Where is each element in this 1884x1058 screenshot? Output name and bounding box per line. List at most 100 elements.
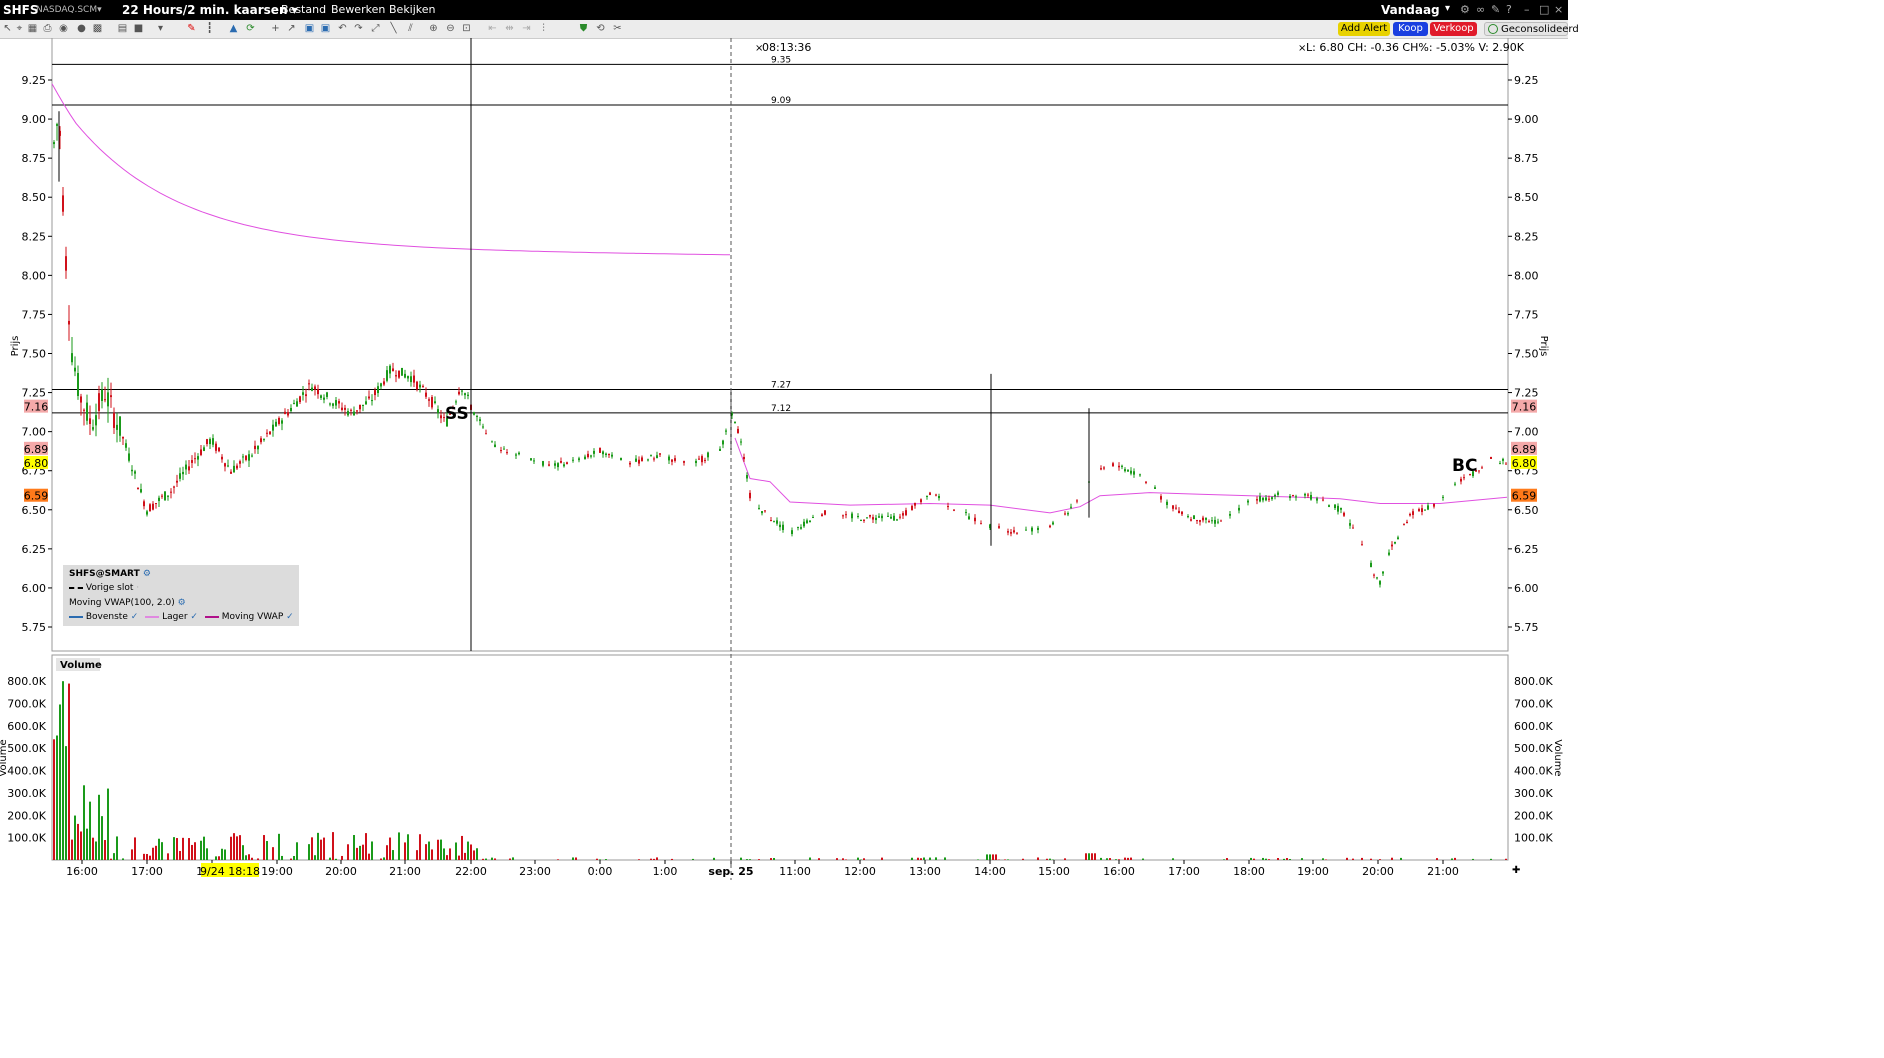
sync-icon[interactable]: ⟲ [595, 23, 606, 34]
scroll-left-icon[interactable]: ⇤ [487, 23, 498, 34]
prev-close-info-icon[interactable]: · [136, 583, 139, 593]
vwap-check-icon[interactable]: ✓ [286, 612, 294, 622]
undo-icon[interactable]: ↶ [337, 23, 348, 34]
pencil-icon[interactable]: ✎ [186, 23, 197, 34]
candle-body [734, 421, 736, 424]
crosshair-icon[interactable]: ⌖ [14, 23, 25, 34]
symbol-label[interactable]: SHFS [3, 3, 39, 17]
close-icon[interactable]: × [1554, 3, 1563, 16]
candle-body [158, 497, 160, 501]
candle-body [953, 509, 955, 511]
period-dropdown-arrow[interactable]: ▾ [1445, 3, 1450, 14]
candle-body [860, 520, 862, 522]
volume-bar [176, 838, 178, 860]
candle-body [746, 475, 748, 479]
candle-body [761, 511, 763, 514]
mountain-chart-icon[interactable]: ▲ [228, 23, 239, 34]
candle-body [1010, 532, 1012, 534]
grid-icon[interactable]: ▩ [92, 23, 103, 34]
print-icon[interactable]: ⎙ [42, 23, 53, 34]
candle-body [419, 384, 421, 388]
menu-bestand[interactable]: Bestand [281, 3, 326, 16]
shield-icon[interactable]: ⛊ [578, 23, 589, 34]
candle-body [212, 438, 214, 445]
scroll-mid-icon[interactable]: ⇹ [504, 23, 515, 34]
volume-bar [1088, 853, 1090, 860]
fan-icon[interactable]: ⫽ [405, 23, 416, 34]
period-dropdown[interactable]: Vandaag [1381, 3, 1440, 17]
candle-body [707, 452, 709, 458]
redo-icon[interactable]: ↷ [353, 23, 364, 34]
lower-band-swatch [145, 615, 160, 618]
candle-body [299, 396, 301, 403]
arrow-icon[interactable]: ↖ [2, 23, 13, 34]
help-icon[interactable]: ? [1506, 3, 1512, 16]
candle-body [920, 499, 922, 503]
legend-items: Bovenste ✓ Lager ✓ Moving VWAP ✓ [69, 612, 294, 622]
timeframe-dropdown[interactable]: 22 Hours/2 min. kaarsen ▾ [122, 3, 298, 17]
price-marker-right: 6.89 [1512, 443, 1537, 456]
candle-body [404, 373, 406, 378]
price-tick-left: 5.75 [22, 621, 47, 634]
menu-bewerken[interactable]: Bewerken [331, 3, 385, 16]
menu-bekijken[interactable]: Bekijken [389, 3, 436, 16]
study-settings-icon[interactable]: ⚙ [178, 598, 186, 608]
minimize-icon[interactable]: – [1524, 3, 1530, 16]
fit-icon[interactable]: ⊡ [461, 23, 472, 34]
buy-button[interactable]: Koop [1393, 22, 1428, 36]
candle-body [62, 195, 64, 212]
legend-title-info-icon[interactable]: ⚙ [143, 569, 151, 579]
plus-icon[interactable]: + [270, 23, 281, 34]
table-icon[interactable]: ▦ [27, 23, 38, 34]
candle-body [323, 397, 325, 400]
chart-legend[interactable]: SHFS@SMART ⚙ Vorige slot · Moving VWAP(1… [63, 565, 299, 626]
volume-tick-left: 300.0K [7, 787, 46, 800]
time-tick: 13:00 [909, 865, 941, 878]
circle-icon[interactable]: ● [76, 23, 87, 34]
layout-icon[interactable]: ▤ [117, 23, 128, 34]
link-icon[interactable]: ∞ [1476, 3, 1485, 16]
candle-body [86, 402, 88, 421]
box2-icon[interactable]: ▣ [320, 23, 331, 34]
refresh-icon[interactable]: ⟳ [245, 23, 256, 34]
candle-body [56, 124, 58, 126]
pointer-icon[interactable]: ↗ [286, 23, 297, 34]
candle-body [392, 368, 394, 372]
candle-body [563, 464, 565, 467]
time-tick: 17:00 [1168, 865, 1200, 878]
wrench-icon[interactable]: ✂ [612, 23, 623, 34]
candle-body [1490, 456, 1492, 459]
volume-bar [485, 858, 487, 860]
maximize-icon[interactable]: □ [1539, 3, 1549, 16]
split-icon[interactable]: ⫶ [538, 23, 549, 34]
volume-bar [881, 857, 883, 860]
line-icon[interactable]: ╲ [388, 23, 399, 34]
price-pane[interactable] [51, 38, 1509, 652]
upper-band-check-icon[interactable]: ✓ [131, 612, 139, 622]
candle-body [110, 395, 112, 398]
square-icon[interactable]: ■ [133, 23, 144, 34]
scroll-right-icon[interactable]: ⇥ [521, 23, 532, 34]
price-volume-chart[interactable]: 9.35 9.09 7.27 7.12 9.25 9.25 9.00 9.00 8.75 8.7… [0, 38, 1568, 880]
chevron-down-icon[interactable]: ▾ [155, 23, 166, 34]
candle-body [1505, 463, 1507, 465]
exchange-label[interactable]: NASDAQ.SCM▾ [36, 5, 102, 15]
lower-band-check-icon[interactable]: ✓ [190, 612, 198, 622]
trend-icon[interactable]: ⤢ [370, 23, 381, 34]
pin-icon[interactable]: ✎ [1491, 3, 1500, 16]
volume-bar [365, 833, 367, 860]
volume-bar [1109, 858, 1111, 860]
add-alert-button[interactable]: Add Alert [1338, 22, 1390, 36]
bars-icon[interactable]: ┇ [204, 23, 215, 34]
zoom-out-icon[interactable]: ⊖ [445, 23, 456, 34]
candle-body [155, 502, 157, 504]
gear-icon[interactable]: ⚙ [1460, 3, 1470, 16]
add-pane-icon[interactable]: ✚ [1512, 865, 1520, 876]
volume-pane[interactable] [51, 654, 1509, 861]
camera-icon[interactable]: ◉ [58, 23, 69, 34]
box-icon[interactable]: ▣ [304, 23, 315, 34]
zoom-in-icon[interactable]: ⊕ [428, 23, 439, 34]
candle-body [401, 367, 403, 376]
sell-button[interactable]: Verkoop [1430, 22, 1477, 36]
candle-body [1481, 467, 1483, 469]
